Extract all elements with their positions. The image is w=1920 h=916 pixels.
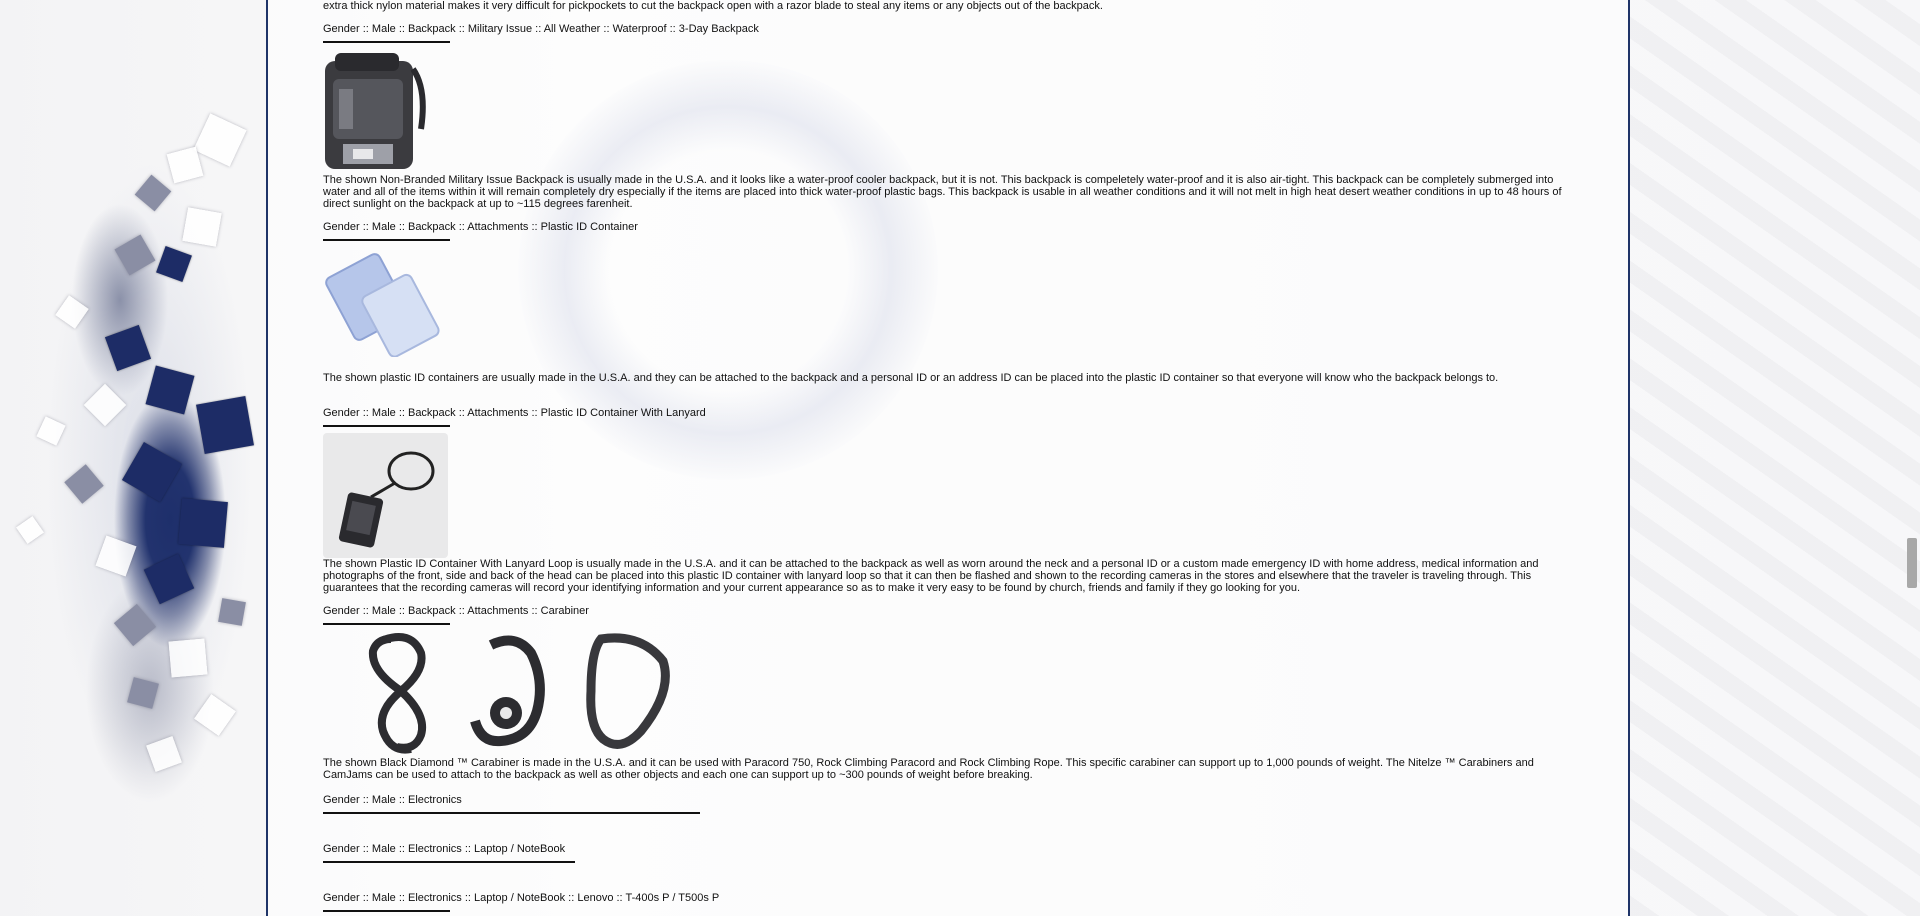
backpack-image bbox=[323, 49, 427, 173]
page-scrollbar[interactable] bbox=[1905, 0, 1920, 916]
page-scrollbar-thumb[interactable] bbox=[1907, 538, 1917, 588]
plastic-id-description: The shown plastic ID containers are usua… bbox=[323, 372, 1499, 384]
content-column: extra thick nylon material makes it very… bbox=[266, 0, 1630, 916]
section-heading-lenovo: Gender :: Male :: Electronics :: Laptop … bbox=[323, 892, 719, 912]
section-heading-laptop: Gender :: Male :: Electronics :: Laptop … bbox=[323, 843, 575, 863]
intro-paragraph: extra thick nylon material makes it very… bbox=[323, 0, 1103, 12]
backpack-description: The shown Non-Branded Military Issue Bac… bbox=[323, 174, 1562, 210]
section-heading-electronics: Gender :: Male :: Electronics bbox=[323, 794, 700, 814]
section-heading-plastic-id: Gender :: Male :: Backpack :: Attachment… bbox=[323, 221, 638, 241]
background-decoration bbox=[0, 0, 266, 916]
carabiner-description: The shown Black Diamond ™ Carabiner is m… bbox=[323, 757, 1534, 781]
lanyard-id-image bbox=[323, 433, 448, 558]
section-heading-carabiner: Gender :: Male :: Backpack :: Attachment… bbox=[323, 605, 589, 625]
background-decoration-right bbox=[1628, 0, 1920, 916]
lanyard-id-description: The shown Plastic ID Container With Lany… bbox=[323, 558, 1539, 594]
plastic-id-container-image bbox=[323, 252, 448, 358]
carabiner-images bbox=[341, 631, 670, 756]
section-heading-military-backpack: Gender :: Male :: Backpack :: Military I… bbox=[323, 23, 759, 43]
section-heading-plastic-id-lanyard: Gender :: Male :: Backpack :: Attachment… bbox=[323, 407, 706, 427]
